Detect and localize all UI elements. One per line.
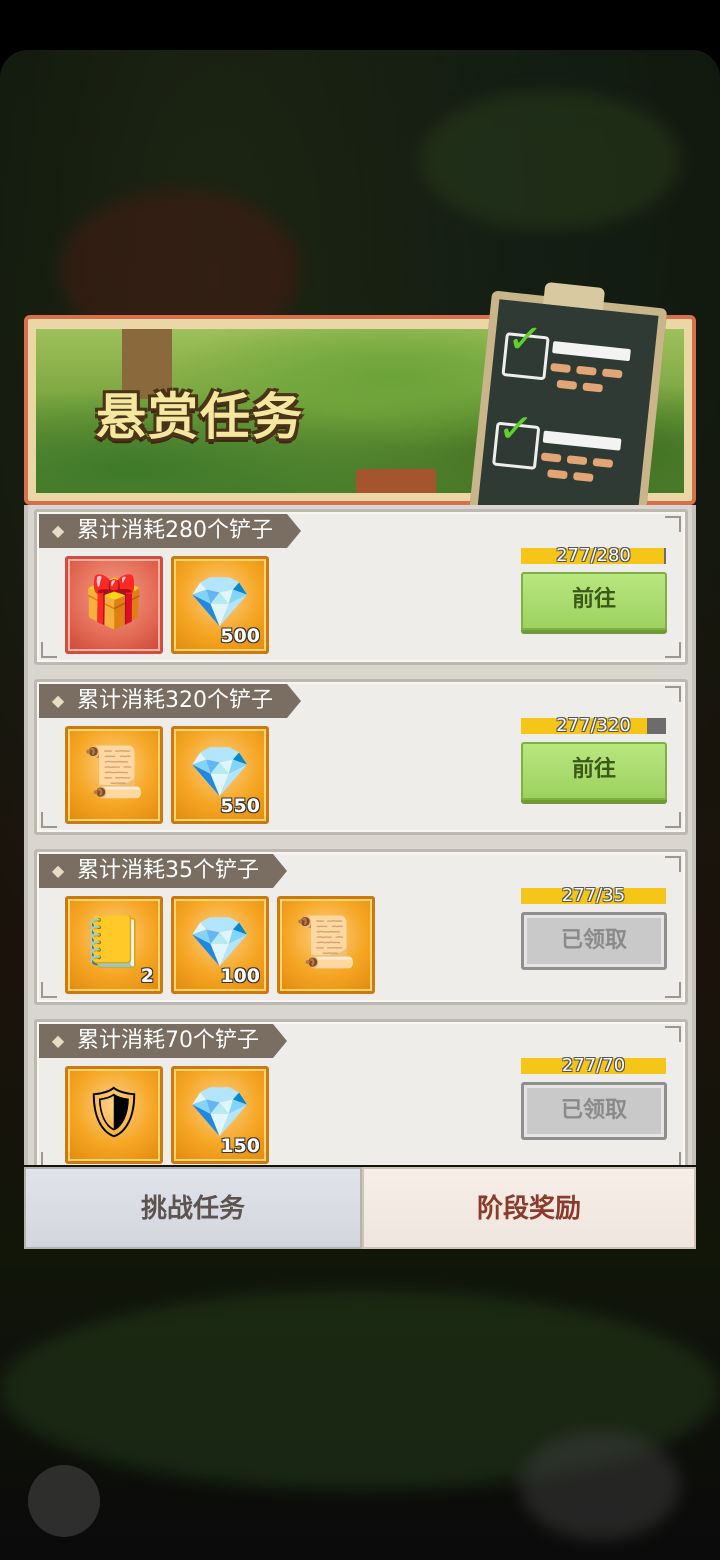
diamond-bullet-icon: ◆: [51, 861, 65, 880]
progress-text: 277/280: [556, 545, 631, 566]
task-progress-bar: 277/320: [521, 715, 666, 736]
reward-quantity: 550: [220, 795, 260, 817]
task-label: ◆ 累计消耗35个铲子: [39, 854, 287, 888]
task-progress-bar: 277/70: [521, 1055, 666, 1076]
progress-text: 277/70: [561, 1055, 626, 1076]
task-progress-bar: 277/35: [521, 885, 666, 906]
reward-item[interactable]: 🎁: [65, 556, 163, 654]
bounty-banner: 悬赏任务 ✓ ✓: [24, 281, 696, 534]
reward-item[interactable]: 📒 2: [65, 896, 163, 994]
armor-chest-icon: 🛡: [82, 1083, 146, 1141]
reward-item[interactable]: 📜: [277, 896, 375, 994]
task-card: ◆ 累计消耗35个铲子 📒 2 💎 100 📜 277/35 已领取: [34, 849, 688, 1005]
task-label: ◆ 累计消耗280个铲子: [39, 514, 301, 548]
reward-quantity: 500: [220, 625, 260, 647]
reward-quantity: 150: [220, 1135, 260, 1157]
task-card: ◆ 累计消耗320个铲子 📜 💎 550 277/320 前往: [34, 679, 688, 835]
task-label: ◆ 累计消耗70个铲子: [39, 1024, 287, 1058]
scroll-card-icon: 📜: [294, 913, 358, 971]
reward-item[interactable]: 💎 550: [171, 726, 269, 824]
reward-item[interactable]: 🛡: [65, 1066, 163, 1164]
diamond-bullet-icon: ◆: [51, 521, 65, 540]
task-list[interactable]: ◆ 累计消耗280个铲子 🎁 💎 500 277/280 前往 ◆ 累计消耗320个铲子 📜 💎 55…: [24, 505, 696, 1165]
go-button[interactable]: 前往: [521, 742, 667, 800]
reward-quantity: 2: [140, 965, 154, 987]
reward-item[interactable]: 💎 100: [171, 896, 269, 994]
go-button[interactable]: 前往: [521, 572, 667, 630]
task-label: ◆ 累计消耗320个铲子: [39, 684, 301, 718]
banner-title: 悬赏任务: [96, 388, 304, 446]
reward-quantity: 100: [220, 965, 260, 987]
tab-stage-rewards[interactable]: 阶段奖励: [362, 1167, 696, 1249]
task-card: ◆ 累计消耗70个铲子 🛡 💎 150 277/70 已领取: [34, 1019, 688, 1165]
task-card: ◆ 累计消耗280个铲子 🎁 💎 500 277/280 前往: [34, 509, 688, 665]
bounty-task-panel: 悬赏任务 ✓ ✓ ◆ 累计消耗280个铲子 🎁 💎 500 277/280 前往…: [24, 281, 696, 1253]
reward-item[interactable]: 💎 150: [171, 1066, 269, 1164]
claimed-button: 已领取: [521, 912, 667, 970]
blurred-menu-button: [28, 1465, 100, 1537]
mystery-chest-icon: 🎁: [82, 573, 146, 631]
task-progress-bar: 277/280: [521, 545, 666, 566]
panel-tabs: 挑战任务 阶段奖励: [24, 1167, 696, 1253]
progress-text: 277/320: [556, 715, 631, 736]
diamond-bullet-icon: ◆: [51, 691, 65, 710]
reward-item[interactable]: 📜: [65, 726, 163, 824]
claimed-button: 已领取: [521, 1082, 667, 1140]
progress-text: 277/35: [561, 885, 626, 906]
tab-challenge-tasks[interactable]: 挑战任务: [24, 1167, 362, 1249]
checklist-board-icon: ✓ ✓: [468, 281, 668, 534]
reward-item[interactable]: 💎 500: [171, 556, 269, 654]
diamond-bullet-icon: ◆: [51, 1031, 65, 1050]
scroll-card-icon: 📜: [82, 743, 146, 801]
